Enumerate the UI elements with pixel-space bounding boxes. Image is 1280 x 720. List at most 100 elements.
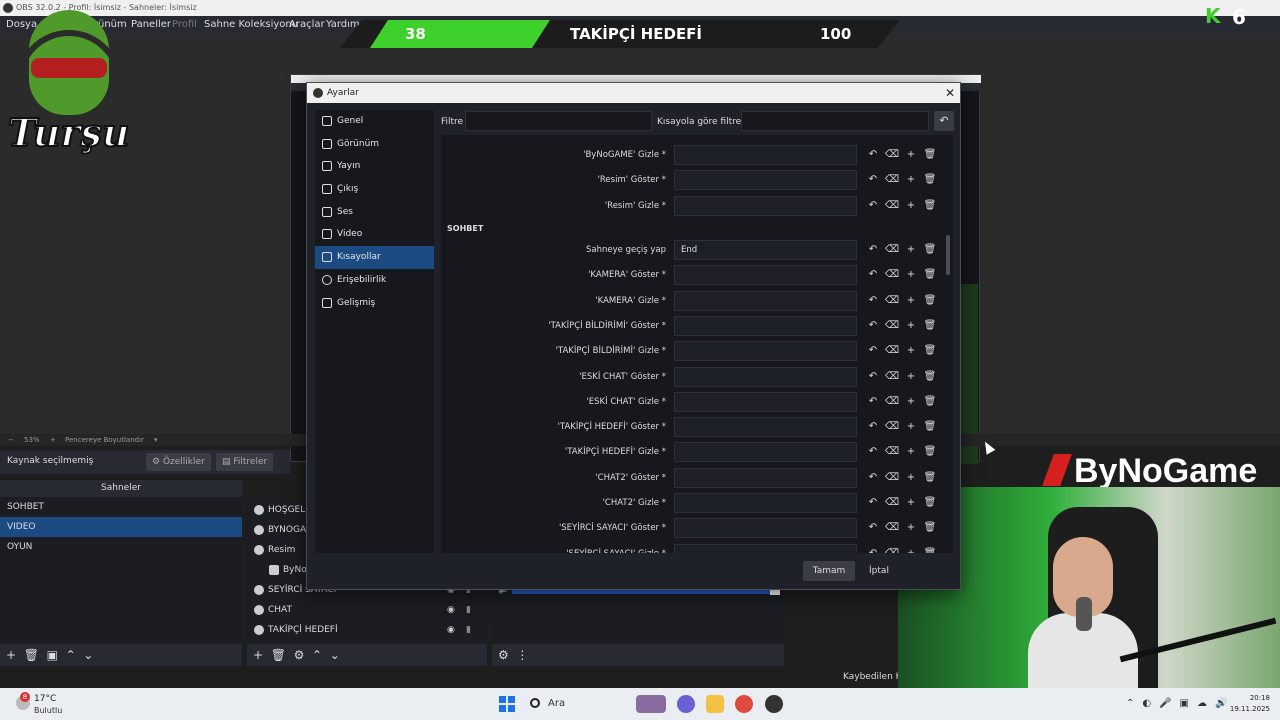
revert-icon[interactable]: ↶ [865,495,881,511]
trash-icon[interactable]: 🗑 [922,267,938,283]
add-icon[interactable]: + [903,419,919,435]
ok-button[interactable]: Tamam [803,561,855,581]
source-item[interactable]: CHAT ◉ ▮ [247,600,487,620]
add-icon[interactable]: + [903,318,919,334]
trash-icon[interactable]: 🗑 [922,419,938,435]
trash-icon[interactable]: 🗑 [922,293,938,309]
mixer-settings-icon[interactable]: ⚙ [498,648,509,662]
clear-icon[interactable]: ⌫ [884,419,900,435]
clear-icon[interactable]: ⌫ [884,318,900,334]
add-icon[interactable]: + [903,444,919,460]
lock-icon[interactable]: ▮ [466,600,471,620]
menu-tools[interactable]: Araçlar [289,16,325,34]
scene-item-video[interactable]: VIDEO [0,517,242,537]
trash-icon[interactable]: 🗑 [922,318,938,334]
hotkey-input[interactable] [674,290,857,311]
filters-button[interactable]: ▤ Filtreler [216,453,274,471]
lock-icon[interactable]: ▮ [466,620,471,640]
menu-scene-collection[interactable]: Sahne Koleksiyonu [204,16,298,34]
add-icon[interactable]: + [903,470,919,486]
widgets-app-icon[interactable] [636,695,666,713]
move-down-button[interactable]: ⌄ [330,648,340,662]
scrollbar[interactable] [946,235,950,275]
add-icon[interactable]: + [903,495,919,511]
clear-icon[interactable]: ⌫ [884,369,900,385]
trash-icon[interactable]: 🗑 [922,147,938,163]
revert-icon[interactable]: ↶ [865,470,881,486]
clear-icon[interactable]: ⌫ [884,147,900,163]
clear-icon[interactable]: ⌫ [884,343,900,359]
hotkey-input[interactable] [674,265,857,286]
revert-icon[interactable]: ↶ [865,394,881,410]
revert-icon[interactable]: ↶ [865,419,881,435]
add-icon[interactable]: + [903,369,919,385]
revert-icon[interactable]: ↶ [865,172,881,188]
obs-app-icon[interactable] [765,695,783,713]
scene-item-sohbet[interactable]: SOHBET [0,497,242,517]
add-icon[interactable]: + [903,293,919,309]
nav-accessibility[interactable]: Erişebilirlik [315,269,434,292]
revert-icon[interactable]: ↶ [865,444,881,460]
add-scene-button[interactable]: + [6,648,16,662]
scene-filter-button[interactable]: ▣ [47,648,58,662]
menu-docks[interactable]: Paneller [131,16,171,34]
eye-icon[interactable]: ◉ [447,620,455,640]
file-explorer-icon[interactable] [706,695,724,713]
trash-icon[interactable]: 🗑 [922,369,938,385]
more-options-icon[interactable]: ⋮ [516,648,528,662]
zoom-in-button[interactable]: + [50,434,56,446]
hotkey-input[interactable] [674,493,857,513]
revert-icon[interactable]: ↶ [865,198,881,214]
clear-icon[interactable]: ⌫ [884,293,900,309]
windows-start-icon[interactable] [499,696,515,712]
hotkey-input[interactable] [674,170,857,191]
nav-video[interactable]: Video [315,223,434,246]
add-icon[interactable]: + [903,267,919,283]
hotkey-input[interactable] [674,518,857,539]
nav-general[interactable]: Genel [315,110,434,133]
revert-icon[interactable]: ↶ [865,520,881,536]
weather-widget[interactable]: 8 17°C Bulutlu [12,692,72,716]
fit-window-label[interactable]: Pencereye Boyutlandır [65,434,144,446]
source-item[interactable]: TAKİPÇİ HEDEFİ ◉ ▮ [247,620,487,640]
add-icon[interactable]: + [903,520,919,536]
hotkey-input[interactable] [674,442,857,463]
add-icon[interactable]: + [903,343,919,359]
copilot-app-icon[interactable] [677,695,695,713]
trash-icon[interactable]: 🗑 [922,495,938,511]
nav-hotkeys[interactable]: Kısayollar [315,246,434,269]
trash-icon[interactable]: 🗑 [922,444,938,460]
clear-icon[interactable]: ⌫ [884,394,900,410]
clear-icon[interactable]: ⌫ [884,172,900,188]
trash-icon[interactable]: 🗑 [922,242,938,258]
trash-icon[interactable]: 🗑 [922,520,938,536]
hotkey-input[interactable]: End [674,240,857,260]
remove-scene-button[interactable]: 🗑 [24,648,39,662]
trash-icon[interactable]: 🗑 [922,394,938,410]
nav-stream[interactable]: Yayın [315,155,434,178]
revert-icon[interactable]: ↶ [865,242,881,258]
nav-output[interactable]: Çıkış [315,178,434,201]
trash-icon[interactable]: 🗑 [922,546,938,553]
nav-audio[interactable]: Ses [315,201,434,224]
hotkey-input[interactable] [674,467,857,488]
hotkey-input[interactable] [674,145,857,165]
reset-filter-icon[interactable]: ↶ [934,111,954,131]
trash-icon[interactable]: 🗑 [922,470,938,486]
remove-source-button[interactable]: 🗑 [271,648,286,662]
move-up-button[interactable]: ⌃ [312,648,322,662]
chevron-down-icon[interactable]: ▾ [154,434,158,446]
move-up-button[interactable]: ⌃ [66,648,76,662]
hotkey-input[interactable] [674,195,857,216]
zoom-out-button[interactable]: − [8,434,14,446]
clear-icon[interactable]: ⌫ [884,546,900,553]
clear-icon[interactable]: ⌫ [884,520,900,536]
revert-icon[interactable]: ↶ [865,318,881,334]
revert-icon[interactable]: ↶ [865,343,881,359]
revert-icon[interactable]: ↶ [865,147,881,163]
clear-icon[interactable]: ⌫ [884,198,900,214]
add-icon[interactable]: + [903,172,919,188]
clear-icon[interactable]: ⌫ [884,470,900,486]
source-properties-button[interactable]: ⚙ [294,648,305,662]
trash-icon[interactable]: 🗑 [922,198,938,214]
